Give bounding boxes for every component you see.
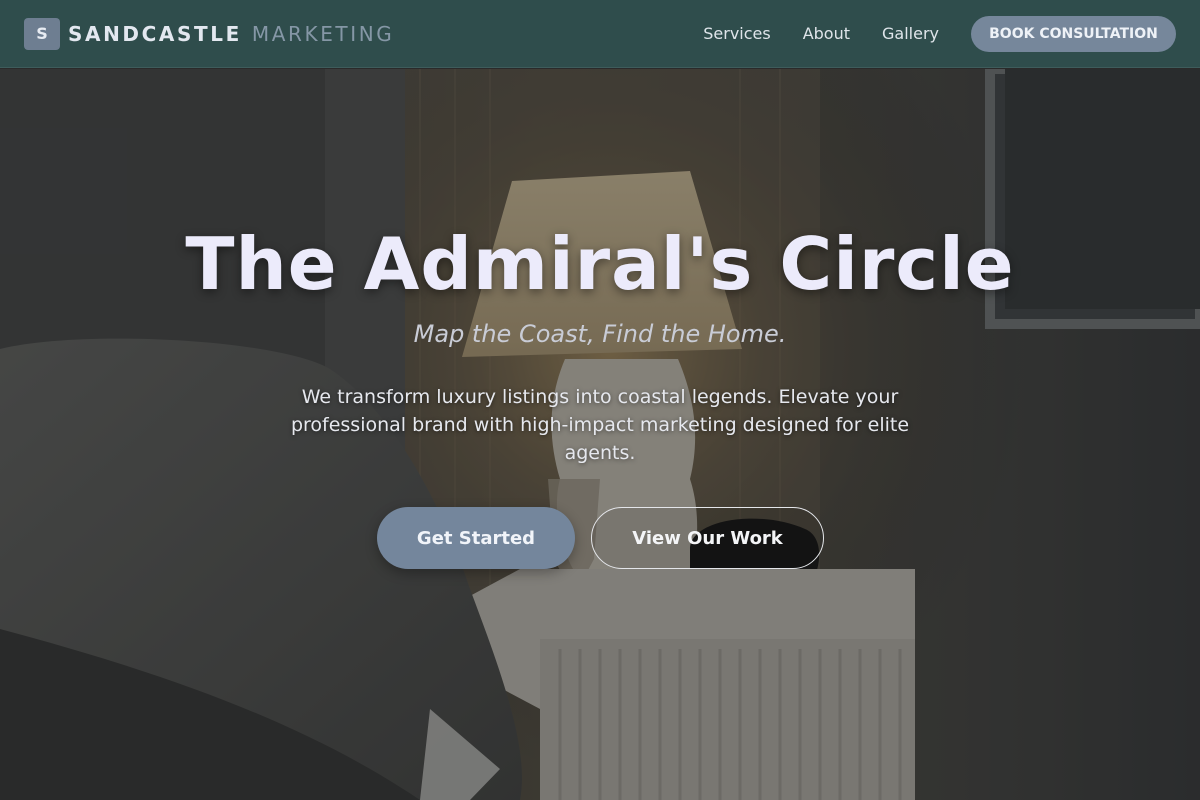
brand-name-primary: SANDCASTLE	[68, 21, 242, 46]
nav-link-about[interactable]: About	[803, 24, 850, 43]
hero-content: The Admiral's Circle Map the Coast, Find…	[0, 69, 1200, 800]
nav-link-gallery[interactable]: Gallery	[882, 24, 939, 43]
book-consultation-button[interactable]: BOOK CONSULTATION	[971, 15, 1176, 52]
hero-title: The Admiral's Circle	[185, 222, 1015, 306]
get-started-button[interactable]: Get Started	[377, 507, 575, 569]
nav-link-services[interactable]: Services	[703, 24, 770, 43]
logo-badge[interactable]: S	[24, 17, 60, 50]
brand-name-secondary: MARKETING	[251, 21, 395, 46]
brand-logo[interactable]: SANDCASTLE MARKETING	[68, 22, 394, 46]
main-nav: Services About Gallery BOOK CONSULTATION	[703, 15, 1176, 52]
hero-description: We transform luxury listings into coasta…	[290, 386, 910, 464]
hero-subtitle: Map the Coast, Find the Home.	[413, 320, 787, 348]
view-our-work-button[interactable]: View Our Work	[591, 507, 824, 569]
site-header: S SANDCASTLE MARKETING Services About Ga…	[0, 0, 1200, 68]
hero-section: The Admiral's Circle Map the Coast, Find…	[0, 69, 1200, 800]
